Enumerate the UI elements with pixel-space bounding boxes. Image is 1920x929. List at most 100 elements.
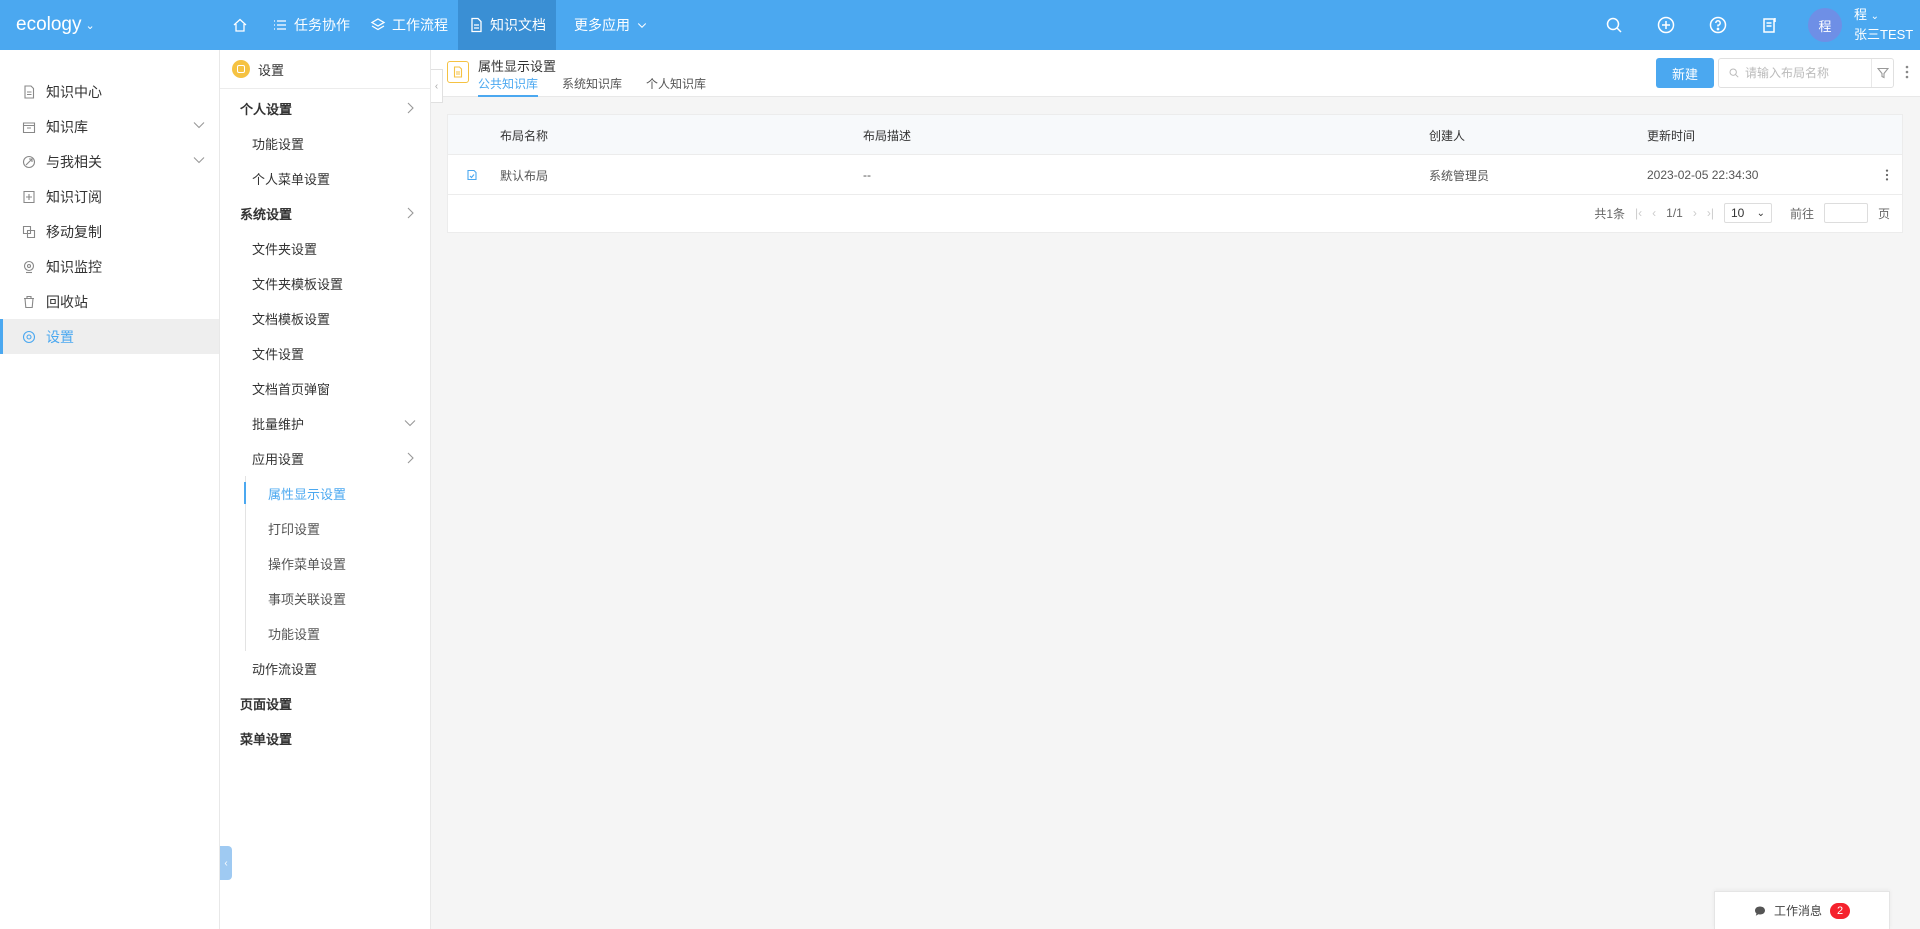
tree-item-system[interactable]: 系统设置: [220, 196, 430, 231]
tree-item-label: 文档模板设置: [252, 312, 331, 327]
tree-item-relation[interactable]: 事项关联设置: [220, 581, 430, 616]
document-icon: [447, 61, 469, 83]
home-button[interactable]: [218, 0, 262, 50]
chevron-right-icon: [407, 207, 414, 219]
tree-item-page[interactable]: 页面设置: [220, 686, 430, 721]
chevron-left-icon: ‹: [224, 857, 228, 869]
page-size-select[interactable]: 10 ⌄: [1723, 203, 1772, 223]
tree-item-func[interactable]: 功能设置: [220, 126, 430, 161]
tree-item-label: 文档首页弹窗: [252, 382, 331, 397]
more-options-button[interactable]: [1902, 62, 1912, 82]
tree-item-menu[interactable]: 菜单设置: [220, 721, 430, 756]
tree-item-doc-template[interactable]: 文档模板设置: [220, 301, 430, 336]
column-header: 布局描述: [863, 128, 912, 143]
message-label: 工作消息: [1773, 904, 1822, 918]
sidebar-item-label: 知识监控: [46, 258, 102, 275]
tree-item-label: 个人设置: [240, 102, 293, 117]
nav-label: 任务协作: [294, 17, 350, 33]
sidebar-item-subscribe[interactable]: 知识订阅: [0, 179, 219, 214]
row-actions-button[interactable]: [1882, 155, 1892, 195]
goto-page-input[interactable]: [1823, 203, 1868, 223]
tree-item-personal-menu[interactable]: 个人菜单设置: [220, 161, 430, 196]
settings-badge-icon: [232, 60, 250, 78]
tree-item-folder-template[interactable]: 文件夹模板设置: [220, 266, 430, 301]
notes-button[interactable]: [1744, 0, 1796, 50]
sidebar-item-move-copy[interactable]: 移动复制: [0, 214, 219, 249]
tab-system-library[interactable]: 系统知识库: [562, 75, 622, 97]
tree-item-home-popup[interactable]: 文档首页弹窗: [220, 371, 430, 406]
tree-item-op-menu[interactable]: 操作菜单设置: [220, 546, 430, 581]
chevron-down-icon: [637, 23, 647, 28]
nav-label: 更多应用: [574, 17, 630, 33]
cell-creator: 系统管理员: [1429, 168, 1490, 183]
app-settings-subtree: 属性显示设置 打印设置 操作菜单设置 事项关联设置 功能设置: [220, 476, 430, 651]
tree-item-app-func[interactable]: 功能设置: [220, 616, 430, 651]
pager-current: 1/1: [1666, 206, 1683, 220]
table-row[interactable]: 默认布局 -- 系统管理员 2023-02-05 22:34:30: [448, 155, 1902, 195]
search-button[interactable]: [1588, 0, 1640, 50]
last-page-icon[interactable]: ›|: [1707, 206, 1714, 220]
cell-layout-name[interactable]: 默认布局: [500, 155, 548, 195]
settings-tree: 设置 个人设置 功能设置 个人菜单设置 系统设置 文件夹设置 文件夹模板设置 文…: [220, 50, 431, 929]
tree-item-personal[interactable]: 个人设置: [220, 91, 430, 126]
nav-workflow[interactable]: 工作流程: [360, 0, 458, 50]
sidebar-item-label: 设置: [46, 328, 74, 345]
prev-page-icon[interactable]: ‹: [1652, 206, 1656, 220]
tree-collapse-toggle[interactable]: ‹: [431, 69, 443, 103]
filter-button[interactable]: [1871, 59, 1893, 87]
tree-item-folder[interactable]: 文件夹设置: [220, 231, 430, 266]
nav-task-collab[interactable]: 任务协作: [262, 0, 360, 50]
tab-public-library[interactable]: 公共知识库: [478, 75, 539, 97]
first-page-icon[interactable]: |‹: [1635, 206, 1642, 220]
cell-layout-desc: --: [863, 168, 871, 182]
sidebar-item-recycle[interactable]: 回收站: [0, 284, 219, 319]
add-button[interactable]: [1640, 0, 1692, 50]
nav-knowledge-docs[interactable]: 知识文档: [458, 0, 556, 50]
nav-label: 知识文档: [490, 17, 546, 33]
user-subtitle: 张三TEST: [1854, 27, 1914, 42]
search-icon: [1606, 17, 1622, 33]
work-message-bar[interactable]: 工作消息 2: [1714, 891, 1890, 929]
tree-item-label: 操作菜单设置: [268, 557, 347, 572]
app-logo[interactable]: ecology ⌄: [0, 14, 100, 36]
help-button[interactable]: [1692, 0, 1744, 50]
search-box: [1718, 58, 1894, 88]
tree-item-action-flow[interactable]: 动作流设置: [220, 651, 430, 686]
page-unit-label: 页: [1877, 206, 1890, 221]
top-right-tools: 程 程 ⌄ 张三TEST: [1588, 0, 1920, 50]
next-page-icon[interactable]: ›: [1693, 206, 1697, 220]
table-header: 布局名称 布局描述 创建人 更新时间: [448, 115, 1902, 155]
search-icon: [1729, 68, 1739, 78]
user-menu[interactable]: 程 ⌄ 张三TEST: [1854, 6, 1920, 44]
tree-item-label: 系统设置: [240, 207, 293, 222]
tree-item-app[interactable]: 应用设置: [220, 441, 430, 476]
sidebar-item-related[interactable]: 与我相关: [0, 144, 219, 179]
sidebar-item-monitor[interactable]: 知识监控: [0, 249, 219, 284]
tree-list: 个人设置 功能设置 个人菜单设置 系统设置 文件夹设置 文件夹模板设置 文档模板…: [220, 89, 430, 756]
search-input[interactable]: [1745, 66, 1872, 80]
sidebar-item-settings[interactable]: 设置: [0, 319, 219, 354]
tree-title: 设置: [258, 62, 285, 78]
page-header: 属性显示设置 公共知识库 系统知识库 个人知识库 新建: [431, 50, 1920, 97]
tab-personal-library[interactable]: 个人知识库: [646, 75, 706, 97]
sidebar-item-library[interactable]: 知识库: [0, 109, 219, 144]
sidebar-item-label: 知识中心: [46, 83, 102, 100]
layers-icon: [370, 18, 386, 31]
tree-item-label: 功能设置: [252, 137, 305, 152]
chevron-down-icon: ⌄: [1756, 207, 1765, 219]
notepad-icon: [1763, 18, 1776, 33]
sidebar-collapse-handle[interactable]: ‹: [220, 846, 232, 880]
sidebar-item-knowledge-center[interactable]: 知识中心: [0, 74, 219, 109]
chevron-down-icon: [404, 420, 416, 427]
avatar[interactable]: 程: [1808, 8, 1842, 42]
new-button[interactable]: 新建: [1656, 58, 1714, 88]
tree-item-attr-display[interactable]: 属性显示设置: [220, 476, 430, 511]
tree-item-label: 事项关联设置: [268, 592, 347, 607]
top-navigation-bar: ecology ⌄ 任务协作 工作流程 知识文档 更多应用 程 程 ⌄ 张三TE…: [0, 0, 1920, 50]
tree-item-batch[interactable]: 批量维护: [220, 406, 430, 441]
chevron-right-icon: [407, 452, 414, 464]
tab-bar: 公共知识库 系统知识库 个人知识库: [478, 75, 706, 97]
tree-item-print[interactable]: 打印设置: [220, 511, 430, 546]
nav-more-apps[interactable]: 更多应用: [564, 0, 658, 50]
tree-item-file[interactable]: 文件设置: [220, 336, 430, 371]
